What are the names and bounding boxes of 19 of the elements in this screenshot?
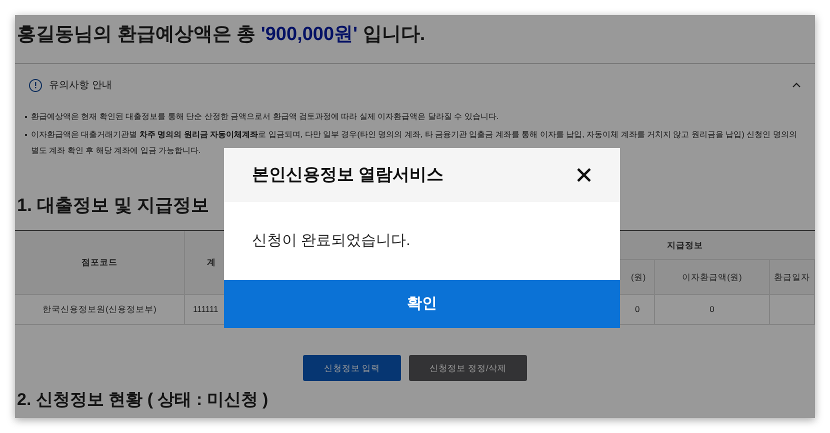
table-cell: 0 — [655, 295, 770, 325]
action-button[interactable]: 신청정보 입력 — [303, 355, 401, 381]
section-title: 1. 대출정보 및 지급정보 — [16, 194, 210, 217]
confirm-button[interactable]: 확인 — [224, 280, 620, 328]
info-icon — [29, 78, 42, 92]
modal-title: 본인신용정보 열람서비스 — [252, 164, 444, 186]
page-heading: 홍길동님의 환급예상액은 총 '900,000원' 입니다. — [15, 15, 815, 64]
column-header: 이자환급액(원) — [655, 260, 770, 295]
column-header: 환급일자 — [770, 260, 815, 295]
caret-icon[interactable] — [792, 82, 801, 88]
notice-text: 이자환급액은 대출거래기관별 차주 명의의 원리금 자동이체계좌로 입금되며, 다만 일부 경우(타인 명의의 계좌, 타 금융기관 입출금 계좌를 통해 이자를 납입, 자동이체 계좌를 거치지 않고 원리금을 납입) 신청인 명의의 별도 계좌 확인 후 해당 계좌에 입금 가능합니다. — [31, 129, 798, 157]
table-cell: 한국신용정보원(신용정보부) — [15, 295, 185, 325]
table-cell — [770, 295, 815, 325]
close-icon[interactable] — [576, 167, 592, 183]
action-button[interactable]: 신청정보 정정/삭제 — [409, 355, 527, 381]
notice-text: 환급예상액은 현재 확인된 대출정보를 통해 단순 산정한 금액으로서 환급액 검토과정에 따라 실제 이자환급액은 달라질 수 있습니다. — [31, 111, 499, 123]
section-title: 2. 신청정보 현황 ( 상태 : 미신청 ) — [16, 389, 270, 411]
notice-title: 유의사항 안내 — [49, 78, 112, 92]
column-header: 점포코드 — [15, 231, 185, 295]
